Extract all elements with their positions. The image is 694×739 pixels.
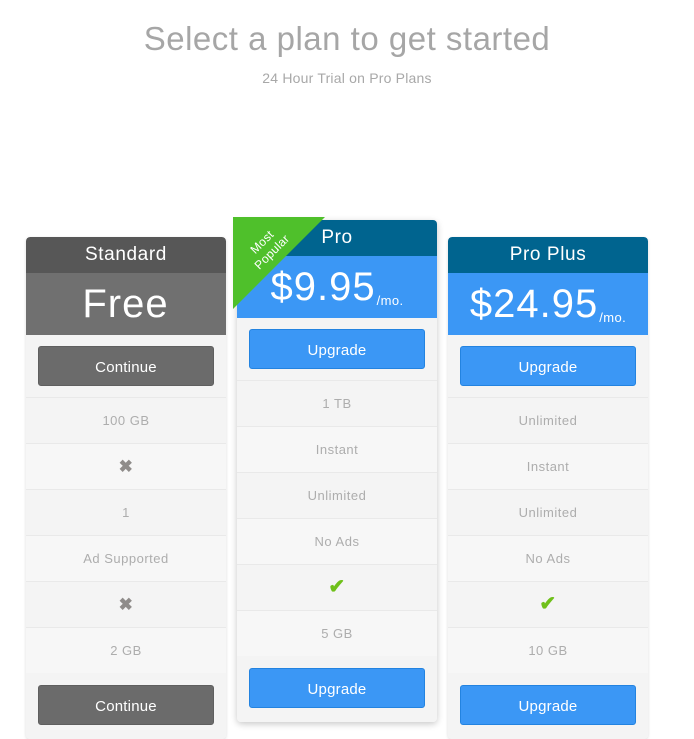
page-subtitle: 24 Hour Trial on Pro Plans: [262, 70, 432, 86]
plan-cta-top-wrap-pro: Upgrade: [237, 318, 437, 380]
feature-row: ✔: [448, 581, 648, 627]
plan-cta-bottom-pro[interactable]: Upgrade: [249, 668, 425, 708]
plan-inner-pro-plus: Pro Plus $24.95 /mo. Upgrade Unlimited I…: [448, 237, 648, 739]
plan-card-pro-plus: Pro Plus $24.95 /mo. Upgrade Unlimited I…: [448, 237, 648, 739]
plan-price-pro: $9.95 /mo.: [237, 256, 437, 318]
plan-cta-top-wrap-pro-plus: Upgrade: [448, 335, 648, 397]
feature-row: ✔: [237, 564, 437, 610]
feature-row: Instant: [448, 443, 648, 489]
plan-title-standard: Standard: [26, 237, 226, 273]
plan-cta-bottom-standard[interactable]: Continue: [38, 685, 214, 725]
page-header: Select a plan to get started 24 Hour Tri…: [0, 0, 694, 86]
plan-cta-top-pro[interactable]: Upgrade: [249, 329, 425, 369]
plan-cta-bottom-wrap-pro: Upgrade: [237, 656, 437, 722]
plan-cta-top-wrap-standard: Continue: [26, 335, 226, 397]
plan-price-pro-plus: $24.95 /mo.: [448, 273, 648, 335]
feature-row: Unlimited: [237, 472, 437, 518]
plan-cta-top-pro-plus[interactable]: Upgrade: [460, 346, 636, 386]
plan-features-standard: 100 GB ✖ 1 Ad Supported ✖ 2 GB: [26, 397, 226, 673]
feature-row: No Ads: [237, 518, 437, 564]
plan-card-pro: Most Popular Pro $9.95 /mo. Upgrade 1 TB…: [233, 217, 437, 722]
feature-row: 100 GB: [26, 397, 226, 443]
feature-row: 2 GB: [26, 627, 226, 673]
feature-row: 5 GB: [237, 610, 437, 656]
feature-row: No Ads: [448, 535, 648, 581]
feature-row: Unlimited: [448, 489, 648, 535]
feature-row: Instant: [237, 426, 437, 472]
feature-row: 1: [26, 489, 226, 535]
plan-price-period-pro-plus: /mo.: [599, 310, 627, 325]
plan-inner-pro: Pro $9.95 /mo. Upgrade 1 TB Instant Unli…: [237, 220, 437, 722]
plan-features-pro-plus: Unlimited Instant Unlimited No Ads ✔ 10 …: [448, 397, 648, 673]
feature-row: Unlimited: [448, 397, 648, 443]
plan-cta-bottom-pro-plus[interactable]: Upgrade: [460, 685, 636, 725]
plan-card-standard: Standard Free Continue 100 GB ✖ 1 Ad Sup…: [26, 237, 226, 739]
pricing-plans: Standard Free Continue 100 GB ✖ 1 Ad Sup…: [0, 100, 694, 739]
plan-price-amount-pro-plus: $24.95: [469, 282, 599, 326]
page-title: Select a plan to get started: [143, 20, 551, 57]
feature-row: ✖: [26, 581, 226, 627]
plan-title-pro: Pro: [237, 220, 437, 256]
plan-inner-standard: Standard Free Continue 100 GB ✖ 1 Ad Sup…: [26, 237, 226, 739]
plan-cta-bottom-wrap-pro-plus: Upgrade: [448, 673, 648, 739]
plan-price-standard: Free: [26, 273, 226, 335]
plan-features-pro: 1 TB Instant Unlimited No Ads ✔ 5 GB: [237, 380, 437, 656]
feature-row: ✖: [26, 443, 226, 489]
feature-row: 1 TB: [237, 380, 437, 426]
plan-price-amount-standard: Free: [82, 282, 169, 326]
feature-row: 10 GB: [448, 627, 648, 673]
plan-cta-top-standard[interactable]: Continue: [38, 346, 214, 386]
plan-cta-bottom-wrap-standard: Continue: [26, 673, 226, 739]
plan-price-amount-pro: $9.95: [270, 265, 376, 309]
plan-price-period-pro: /mo.: [376, 293, 404, 308]
plan-title-pro-plus: Pro Plus: [448, 237, 648, 273]
feature-row: Ad Supported: [26, 535, 226, 581]
